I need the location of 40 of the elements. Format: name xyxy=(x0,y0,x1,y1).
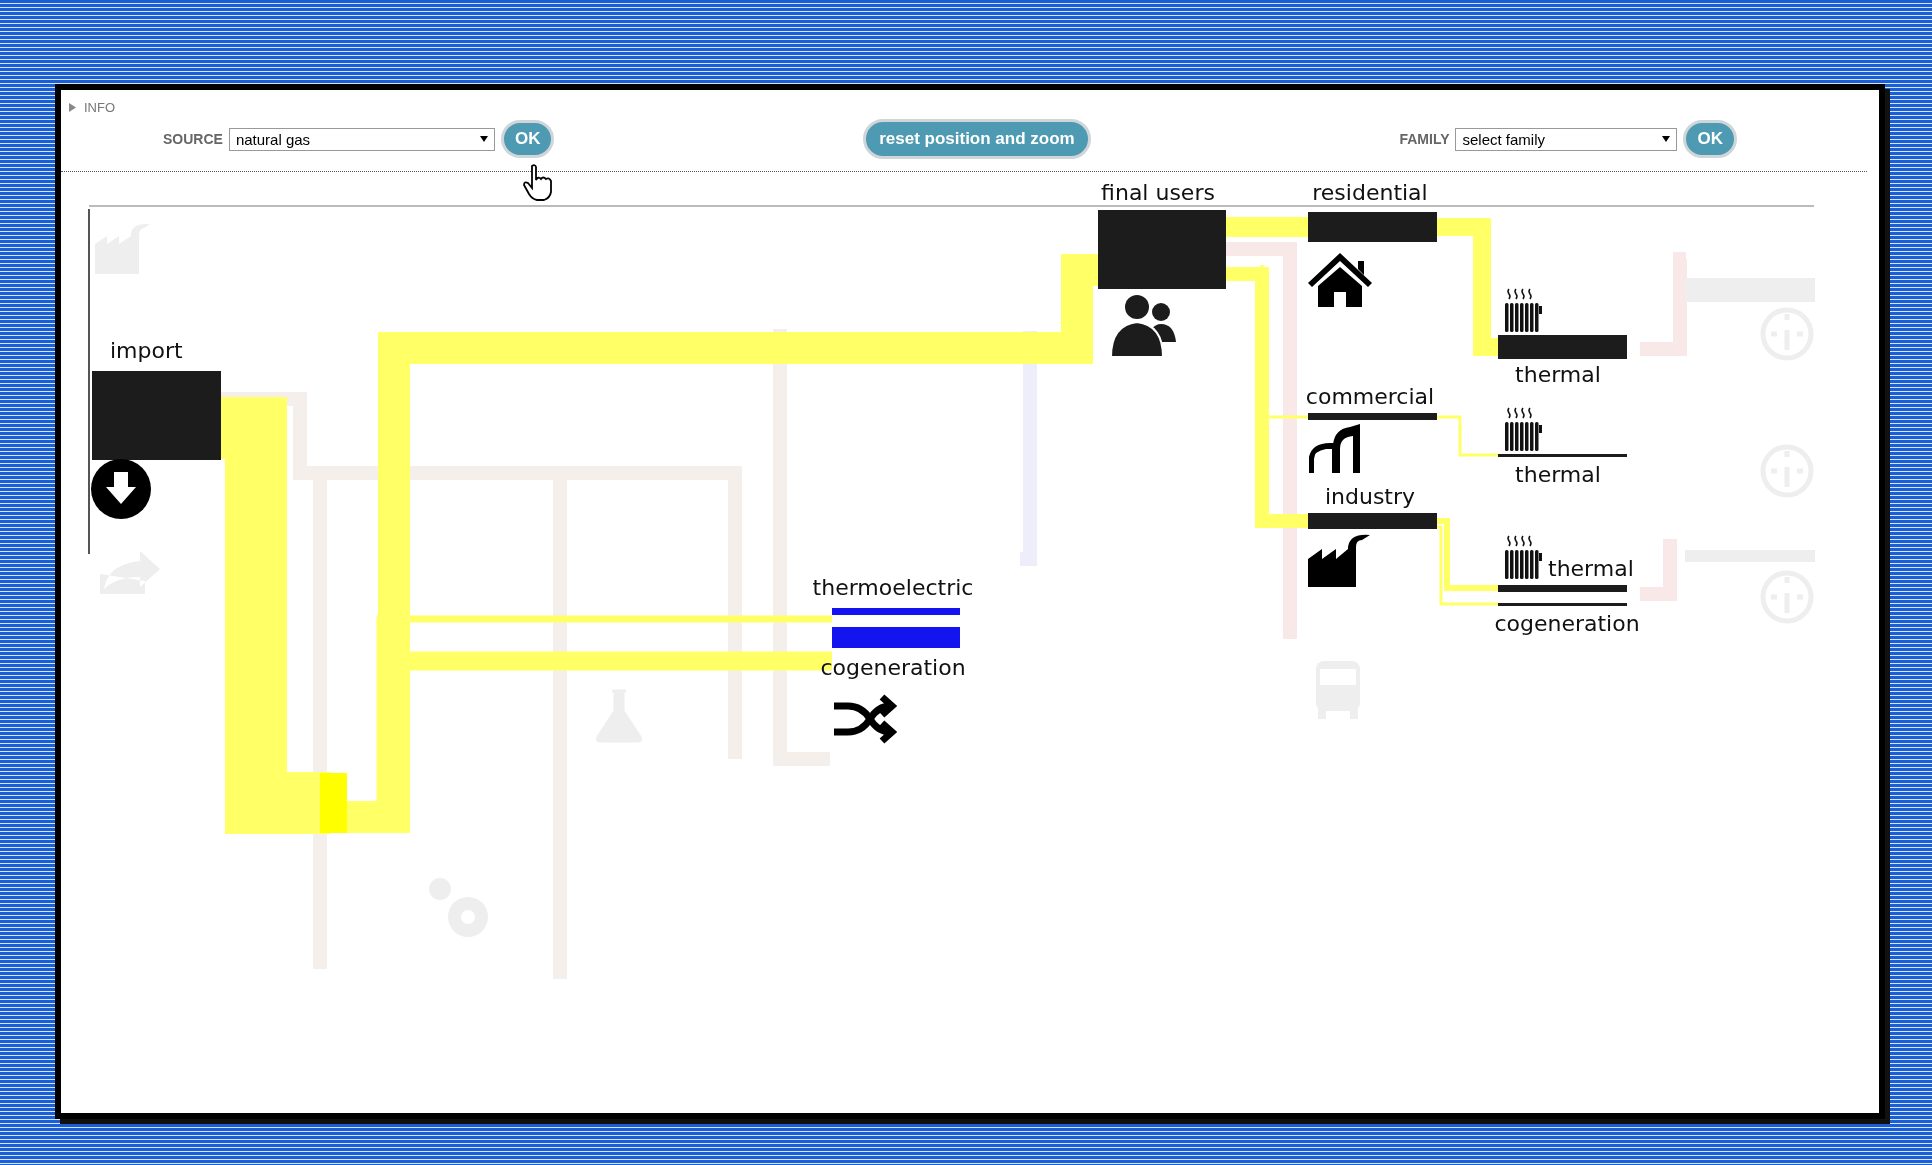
node-label: residential xyxy=(1312,180,1428,205)
node-label: thermal xyxy=(1515,462,1601,487)
family-label: FAMILY xyxy=(1399,131,1450,147)
people-icon xyxy=(1110,295,1176,358)
node-label: commercial xyxy=(1305,384,1435,409)
node-label: cogeneration xyxy=(1494,611,1640,636)
node-label: thermal xyxy=(1515,362,1601,387)
node-label: thermal xyxy=(1548,556,1634,581)
family-select[interactable]: select family xyxy=(1455,127,1678,151)
node-bar[interactable] xyxy=(1308,513,1437,529)
source-select[interactable]: natural gas xyxy=(228,127,495,151)
building-icon xyxy=(1309,424,1360,473)
node-bar[interactable] xyxy=(1498,603,1627,606)
triangle-icon xyxy=(69,102,76,112)
node-label: industry xyxy=(1324,484,1416,509)
node-label: cogeneration xyxy=(820,655,966,680)
node-bar[interactable] xyxy=(832,608,960,615)
radiator-icon xyxy=(1505,407,1542,451)
source-label: SOURCE xyxy=(163,131,223,147)
node-bar[interactable] xyxy=(832,627,960,648)
reset-button[interactable]: reset position and zoom xyxy=(863,119,1091,159)
node-bar[interactable] xyxy=(1498,454,1627,457)
node-bar[interactable] xyxy=(1498,335,1627,359)
node-bar[interactable] xyxy=(1308,212,1437,242)
node-label: thermoelectric xyxy=(812,575,974,600)
info-toggle[interactable]: INFO xyxy=(69,96,116,118)
caret-icon xyxy=(479,136,488,142)
node-label: import xyxy=(110,338,183,363)
node-bar[interactable] xyxy=(92,371,221,460)
caret-icon xyxy=(1662,136,1671,142)
ok-button[interactable]: OK xyxy=(500,120,555,158)
node-bar[interactable] xyxy=(1098,210,1226,289)
node-bar[interactable] xyxy=(1308,413,1437,420)
radiator-icon xyxy=(1505,288,1542,332)
node-bar[interactable] xyxy=(1498,585,1627,592)
node-label: final users xyxy=(1101,180,1215,205)
ok-button[interactable]: OK xyxy=(1683,120,1737,158)
house-icon xyxy=(1308,253,1372,307)
factory-icon xyxy=(1308,534,1370,587)
radiator-icon xyxy=(1505,535,1542,579)
